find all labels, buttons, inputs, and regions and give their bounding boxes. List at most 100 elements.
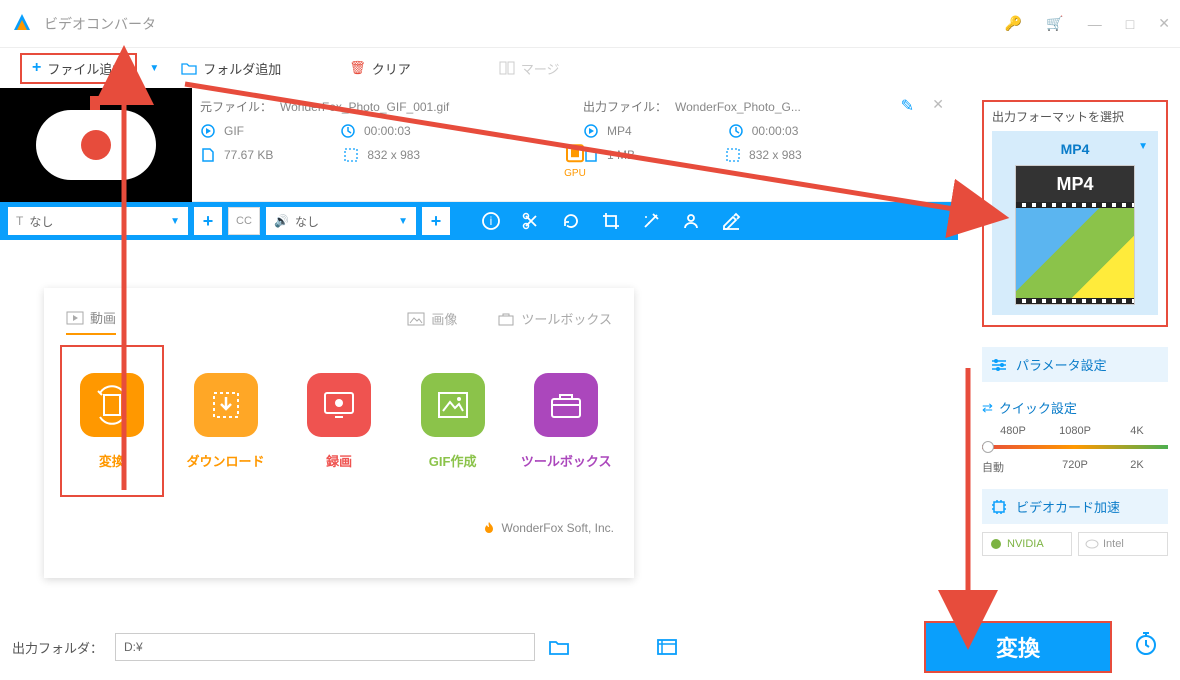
res-480p: 480P [982,425,1044,437]
intel-badge[interactable]: Intel [1078,532,1168,556]
plus-icon: + [32,59,41,77]
svg-text:i: i [490,214,493,228]
clock-icon [340,123,356,139]
gpu-label: ビデオカード加速 [1016,497,1120,516]
speaker-icon: 🔊 [274,214,289,228]
file-icon [200,147,216,163]
app-title: ビデオコンバータ [44,14,1005,34]
compress-icon: ⇄ [982,400,993,416]
clear-button[interactable]: 🗑 クリア [339,55,421,82]
key-icon[interactable]: 🔑 [1005,15,1022,32]
src-file-label: 元ファイル： [200,98,272,115]
tab-video[interactable]: 動画 [66,308,116,335]
rotate-icon[interactable] [554,204,588,238]
trash-icon: 🗑 [349,60,366,76]
add-folder-label: フォルダ追加 [203,59,281,78]
out-size: 1 MB [607,148,635,162]
format-name: MP4 [1002,141,1148,157]
file-item: 元ファイル：WonderFox_Photo_GIF_001.gif GIF 00… [0,88,958,202]
browse-folder-icon[interactable] [547,635,571,659]
format-selector[interactable]: MP4 ▼ MP4 [992,131,1158,315]
sliders-icon [990,358,1008,372]
feature-download[interactable]: ダウンロード [174,345,278,497]
clock-icon [728,123,744,139]
res-2k: 2K [1106,459,1168,475]
feature-toolbox-label: ツールボックス [521,451,612,470]
out-file-name: WonderFox_Photo_G... [675,100,801,114]
intel-icon [1085,537,1099,551]
feature-record-label: 録画 [326,451,352,470]
quick-label: クイック設定 [999,398,1077,417]
feature-download-label: ダウンロード [187,451,265,470]
gpu-accel-button[interactable]: ビデオカード加速 [982,489,1168,524]
convert-button[interactable]: 変換 [924,621,1112,673]
toolbox-icon [497,312,515,326]
cut-icon[interactable] [514,204,548,238]
feature-convert[interactable]: 変換 [60,345,164,497]
tab-image[interactable]: 画像 [407,308,457,335]
subtitle-select[interactable]: T なし ▼ [8,207,188,235]
merge-button[interactable]: マージ [489,55,570,82]
audio-select[interactable]: 🔊 なし ▼ [266,207,416,235]
info-icon[interactable]: i [474,204,508,238]
format-icon [200,123,216,139]
edit-icon[interactable]: ✎ [901,96,914,116]
add-subtitle-button[interactable]: + [194,207,222,235]
feature-gif-label: GIF作成 [429,451,477,470]
res-720p: 720P [1044,459,1106,475]
out-format: MP4 [607,124,632,138]
chevron-down-icon: ▼ [398,216,408,227]
remove-file-icon[interactable]: ✕ [932,96,944,113]
audio-value: なし [295,213,319,230]
res-auto: 自動 [982,459,1044,475]
feature-convert-label: 変換 [99,451,125,470]
control-strip: T なし ▼ + CC 🔊 なし ▼ + i [0,202,958,240]
resolution-slider[interactable] [982,445,1168,449]
maximize-button[interactable]: □ [1126,16,1134,32]
titlebar: ビデオコンバータ 🔑 🛒 — □ ✕ [0,0,1180,48]
open-output-icon[interactable] [655,635,679,659]
tab-image-label: 画像 [431,309,457,328]
param-label: パラメータ設定 [1016,355,1107,374]
close-button[interactable]: ✕ [1158,15,1170,32]
output-folder-input[interactable] [115,633,535,661]
out-duration: 00:00:03 [752,124,799,138]
sidebar: 出力フォーマットを選択 MP4 ▼ MP4 パラメータ設定 ⇄ クイック設定 4… [982,100,1168,556]
merge-icon [499,61,515,75]
res-4k: 4K [1106,425,1168,437]
effects-icon[interactable] [634,204,668,238]
feature-panel: 動画 画像 ツールボックス 変換 ダウンロード 録画 GIF作成 [44,288,634,578]
dimensions-icon [725,147,741,163]
crop-icon[interactable] [594,204,628,238]
clear-label: クリア [372,59,411,78]
tab-toolbox-label: ツールボックス [521,309,612,328]
add-file-button[interactable]: + ファイル追加 [20,53,137,84]
out-dims: 832 x 983 [749,148,802,162]
file-thumbnail[interactable] [0,88,192,202]
folder-icon [181,61,197,75]
watermark-icon[interactable] [674,204,708,238]
edit-all-icon[interactable] [714,204,748,238]
tab-toolbox[interactable]: ツールボックス [497,308,612,335]
cart-icon[interactable]: 🛒 [1046,15,1063,32]
output-folder-label: 出力フォルダ： [12,638,103,657]
cc-button[interactable]: CC [228,207,260,235]
feature-record[interactable]: 録画 [287,345,391,497]
feature-gif[interactable]: GIF作成 [401,345,505,497]
schedule-icon[interactable] [1132,629,1168,665]
minimize-button[interactable]: — [1088,16,1102,32]
dimensions-icon [343,147,359,163]
parameter-settings-button[interactable]: パラメータ設定 [982,347,1168,382]
src-file-name: WonderFox_Photo_GIF_001.gif [280,100,449,114]
feature-toolbox[interactable]: ツールボックス [514,345,618,497]
merge-label: マージ [521,59,560,78]
video-icon [66,311,84,325]
chip-icon [990,498,1008,516]
nvidia-badge[interactable]: NVIDIA [982,532,1072,556]
add-file-dropdown[interactable]: ▼ [141,63,167,74]
main-toolbar: + ファイル追加 ▼ フォルダ追加 🗑 クリア マージ [0,48,1180,88]
output-format-box: 出力フォーマットを選択 MP4 ▼ MP4 [982,100,1168,327]
add-folder-button[interactable]: フォルダ追加 [171,55,291,82]
subtitle-value: なし [29,213,53,230]
add-audio-button[interactable]: + [422,207,450,235]
